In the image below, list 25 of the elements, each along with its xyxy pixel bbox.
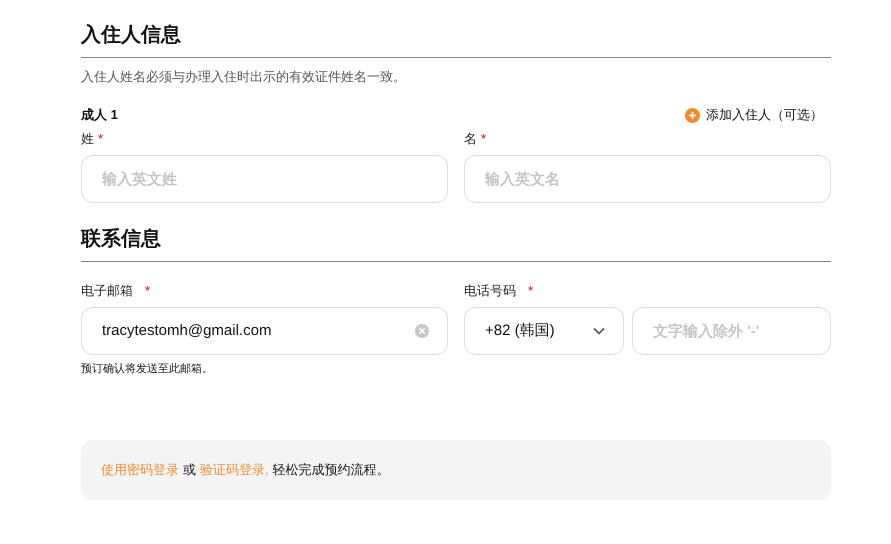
email-hint: 预订确认将发送至此邮箱。 [81, 362, 214, 377]
field-label: 电话号码 [464, 282, 516, 300]
email-value: tracytestomh@gmail.com [102, 320, 272, 341]
required-mark: * [145, 282, 150, 300]
section-title: 入住人信息 [81, 23, 182, 48]
field-label: 名 [464, 130, 477, 148]
required-mark: * [528, 282, 534, 300]
email-field[interactable]: tracytestomh@gmail.com [81, 307, 448, 355]
field-label: 电子邮箱 [81, 282, 133, 300]
banner-text: 轻松完成预约流程。 [272, 460, 390, 479]
plus-circle-icon [685, 108, 700, 122]
section-title: 联系信息 [81, 227, 162, 252]
add-guest-button[interactable]: 添加入住人（可选） [685, 105, 823, 125]
or-text: 或 [183, 460, 196, 479]
field-label: 姓 [81, 130, 94, 148]
phone-field[interactable]: 文字输入除外 '-' [632, 307, 831, 355]
clear-icon[interactable] [415, 324, 429, 338]
chevron-down-icon [593, 327, 605, 335]
country-code-select[interactable]: +82 (韩国) [464, 307, 624, 355]
required-mark: * [98, 130, 104, 148]
guest-note: 入住人姓名必须与办理入住时出示的有效证件姓名一致。 [81, 68, 407, 86]
name-field[interactable]: 输入英文姓 [81, 155, 448, 203]
required-mark: * [481, 130, 486, 148]
guest-label: 成人 1 [81, 106, 118, 124]
name-field[interactable]: 输入英文名 [464, 155, 831, 203]
